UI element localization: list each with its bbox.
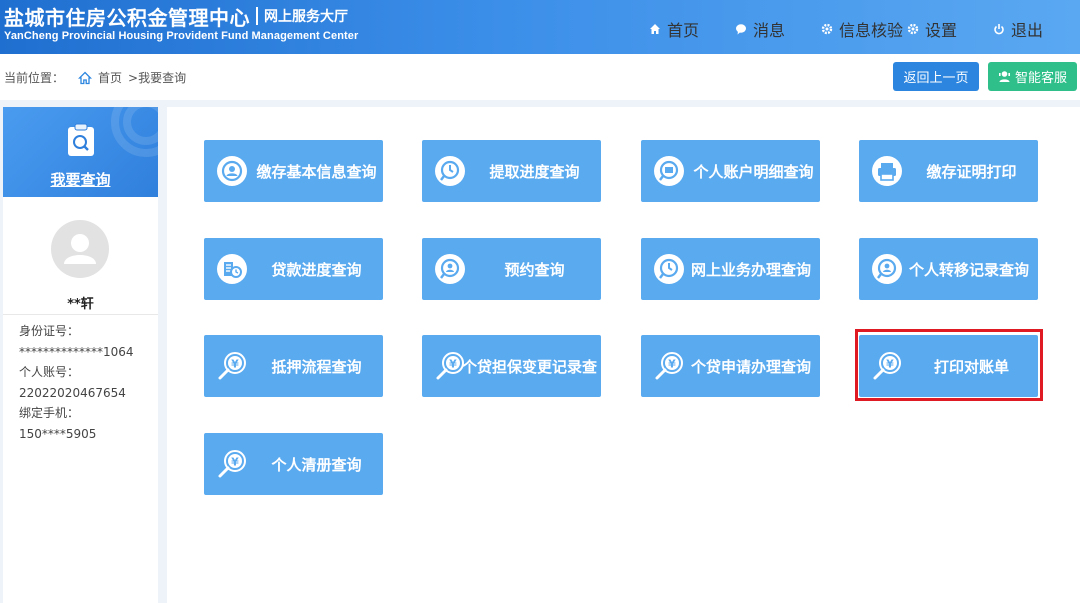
breadcrumb-home[interactable]: 首页 — [98, 69, 122, 86]
tile-label: 个人账户明细查询 — [693, 162, 814, 181]
tile-label: 预约查询 — [504, 260, 565, 279]
brand: 盐城市住房公积金管理中心 网上服务大厅 YanCheng Provincial … — [4, 3, 359, 43]
tile-deposit-certificate-print[interactable]: 缴存证明打印 — [859, 140, 1038, 202]
yuan-magnifier-icon: ¥ — [873, 352, 901, 380]
id-number-label: 身份证号： — [19, 324, 80, 338]
tile-label: 网上业务办理查询 — [691, 260, 812, 279]
gear-icon — [821, 23, 833, 35]
tile-withdrawal-progress[interactable]: 提取进度查询 — [422, 140, 601, 202]
home-icon — [78, 71, 93, 84]
tile-label: 个贷担保变更记录查 — [462, 357, 598, 376]
breadcrumb-prefix: 当前位置： — [4, 71, 65, 85]
breadcrumb-current: >我要查询 — [128, 71, 187, 85]
service-agent-icon — [998, 71, 1010, 82]
tile-loan-application[interactable]: ¥ 个贷申请办理查询 — [641, 335, 820, 397]
transfer-icon — [872, 254, 902, 284]
tile-label: 缴存基本信息查询 — [256, 162, 377, 181]
power-icon — [994, 24, 1004, 35]
tile-label: 缴存证明打印 — [926, 162, 1017, 181]
account-search-icon — [654, 156, 684, 186]
tile-label: 打印对账单 — [933, 357, 1009, 376]
appointment-icon — [435, 254, 465, 284]
site-title: 盐城市住房公积金管理中心 — [4, 5, 250, 30]
tile-label: 提取进度查询 — [489, 162, 580, 181]
smart-service-button[interactable]: 智能客服 — [988, 62, 1077, 91]
sidebar: 我要查询 **轩 身份证号： **************1064 个人账号： … — [3, 107, 158, 603]
title-separator — [256, 7, 258, 25]
nav-logout-label: 退出 — [1011, 21, 1044, 40]
clock-search-icon — [435, 156, 465, 186]
clipboard-search-icon — [68, 123, 94, 156]
svg-text:¥: ¥ — [449, 358, 457, 371]
avatar — [51, 220, 109, 278]
user-search-icon — [217, 156, 247, 186]
nav-settings[interactable]: 设置 — [907, 17, 957, 41]
svg-text:¥: ¥ — [668, 358, 676, 371]
tile-loan-progress[interactable]: 贷款进度查询 — [204, 238, 383, 300]
tile-print-statement[interactable]: ¥ 打印对账单 — [859, 335, 1038, 397]
tile-account-detail[interactable]: 个人账户明细查询 — [641, 140, 820, 202]
yuan-magnifier-icon: ¥ — [655, 352, 683, 380]
breadcrumb: 当前位置： 首页 >我要查询 — [4, 69, 186, 86]
tile-deposit-basic-info[interactable]: 缴存基本信息查询 — [204, 140, 383, 202]
sidebar-query-header[interactable]: 我要查询 — [3, 107, 158, 197]
nav-info-verify-label: 信息核验 — [839, 21, 904, 40]
tile-online-business[interactable]: 网上业务办理查询 — [641, 238, 820, 300]
tile-personal-register[interactable]: ¥ 个人清册查询 — [204, 433, 383, 495]
phone-value: 150****5905 — [19, 426, 97, 441]
tile-label: 个贷申请办理查询 — [691, 357, 812, 376]
user-silhouette-icon — [64, 234, 96, 264]
home-icon — [650, 24, 660, 34]
gear-icon — [907, 23, 919, 35]
nav-home-label: 首页 — [667, 21, 700, 40]
nav-logout[interactable]: 退出 — [993, 17, 1043, 41]
tile-transfer-record[interactable]: 个人转移记录查询 — [859, 238, 1038, 300]
top-header: 盐城市住房公积金管理中心 网上服务大厅 YanCheng Provincial … — [0, 0, 1080, 54]
tile-label: 个人转移记录查询 — [909, 260, 1030, 279]
svg-text:¥: ¥ — [231, 456, 239, 469]
tile-loan-guarantee-change[interactable]: ¥ 个贷担保变更记录查 — [422, 335, 601, 397]
sidebar-title: 我要查询 — [50, 171, 111, 189]
svg-text:¥: ¥ — [231, 358, 239, 371]
user-name: **轩 — [67, 297, 94, 312]
back-button[interactable]: 返回上一页 — [893, 62, 979, 91]
yuan-magnifier-icon: ¥ — [218, 450, 246, 478]
tile-mortgage-process[interactable]: ¥ 抵押流程查询 — [204, 335, 383, 397]
printer-icon — [872, 156, 902, 186]
svg-text:¥: ¥ — [886, 358, 894, 371]
clock-search-icon — [654, 254, 684, 284]
account-number-value: 22022020467654 — [19, 385, 126, 400]
nav-home[interactable]: 首页 — [649, 17, 699, 41]
divider — [3, 314, 158, 315]
site-subtitle: 网上服务大厅 — [264, 9, 348, 25]
tile-label: 贷款进度查询 — [271, 260, 362, 279]
tile-label: 抵押流程查询 — [271, 357, 362, 376]
nav-settings-label: 设置 — [925, 21, 958, 40]
nav-messages-label: 消息 — [753, 21, 786, 40]
user-info: 身份证号： **************1064 个人账号： 220220204… — [19, 321, 134, 444]
loan-progress-icon — [217, 254, 247, 284]
yuan-magnifier-icon: ¥ — [218, 352, 246, 380]
smart-service-label: 智能客服 — [1014, 71, 1067, 86]
account-number-label: 个人账号： — [19, 365, 80, 379]
nav-messages[interactable]: 消息 — [735, 17, 785, 41]
tile-appointment[interactable]: 预约查询 — [422, 238, 601, 300]
site-title-en: YanCheng Provincial Housing Provident Fu… — [4, 30, 359, 42]
id-number-value: **************1064 — [19, 344, 134, 359]
message-icon — [736, 24, 746, 35]
tile-label: 个人清册查询 — [271, 455, 362, 474]
phone-label: 绑定手机： — [19, 406, 80, 420]
nav-info-verify[interactable]: 信息核验 — [821, 17, 903, 41]
